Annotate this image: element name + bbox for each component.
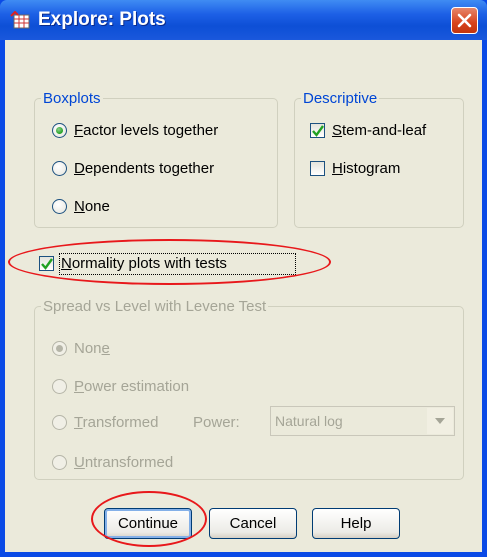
close-icon [457,13,472,28]
radio-button[interactable] [52,161,67,176]
radio-button[interactable] [52,123,67,138]
checkmark-icon [312,125,324,137]
radio-button[interactable] [52,379,67,394]
boxplots-group: Boxplots [34,90,278,228]
boxplots-legend: Boxplots [43,90,101,107]
dialog-body: Boxplots Factor levels together Dependen… [5,40,482,552]
radio-button[interactable] [52,415,67,430]
checkbox[interactable] [310,161,325,176]
radio-button[interactable] [52,199,67,214]
continue-button[interactable]: Continue [104,508,192,539]
focus-rectangle [59,253,296,275]
descriptive-legend: Descriptive [303,90,378,107]
spss-app-icon [10,10,30,29]
power-label: Power: [193,414,240,431]
power-dropdown[interactable]: Natural log [270,406,455,436]
cancel-button[interactable]: Cancel [209,508,297,539]
power-dropdown-value: Natural log [275,413,343,429]
window-title: Explore: Plots [38,9,166,30]
help-button[interactable]: Help [312,508,400,539]
title-bar[interactable]: Explore: Plots [0,0,487,40]
checkmark-icon [41,258,53,270]
dropdown-button[interactable] [426,408,453,434]
close-button[interactable] [451,7,478,34]
radio-button[interactable] [52,455,67,470]
checkbox[interactable] [310,123,325,138]
spread-vs-level-legend: Spread vs Level with Levene Test [43,298,267,315]
checkbox[interactable] [39,256,54,271]
radio-button[interactable] [52,341,67,356]
chevron-down-icon [435,418,445,424]
explore-plots-dialog: Explore: Plots Boxplots Factor levels to… [0,0,487,557]
descriptive-group: Descriptive [294,90,464,228]
